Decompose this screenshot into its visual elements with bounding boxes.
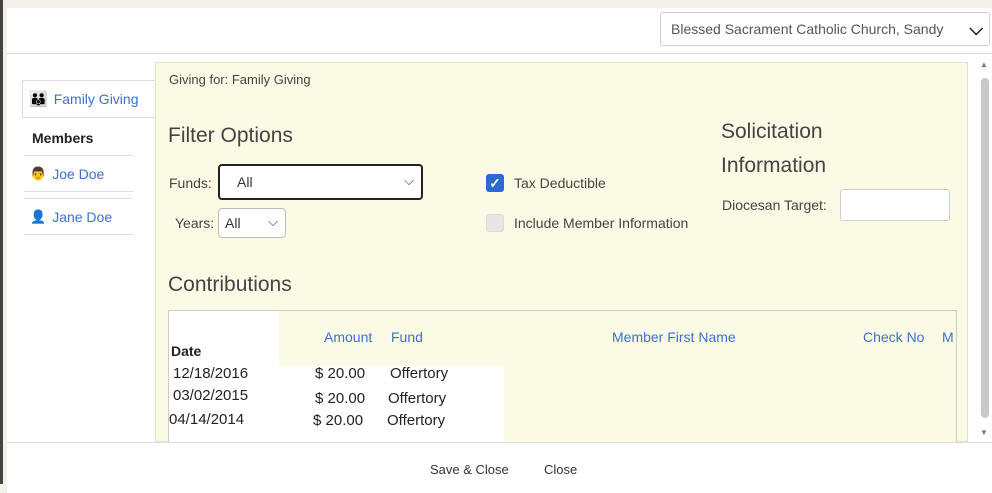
row-1-amount: $ 20.00: [315, 365, 366, 382]
diocesan-target-label: Diocesan Target:: [722, 197, 827, 213]
funds-label: Funds:: [169, 175, 212, 191]
header-separator: [7, 53, 992, 54]
church-select[interactable]: Blessed Sacrament Catholic Church, Sandy…: [660, 12, 990, 46]
contributions-heading: Contributions: [168, 273, 292, 296]
solicitation-heading-line1: Solicitation: [721, 120, 823, 143]
diocesan-target-input[interactable]: [840, 189, 950, 221]
row-3-fund: Offertory: [387, 412, 446, 429]
scrollbar-thumb[interactable]: [981, 78, 989, 418]
solicitation-heading: Solicitation Information: [721, 115, 921, 183]
column-header-check-no[interactable]: Check No: [863, 329, 924, 345]
row-2-amount: $ 20.00: [315, 390, 366, 407]
include-member-label: Include Member Information: [514, 215, 689, 231]
panel-scrollbar[interactable]: ▲ ▼: [978, 58, 992, 442]
filter-options-heading: Filter Options: [168, 124, 293, 147]
years-label: Years:: [175, 215, 215, 231]
row-3-date: 04/14/2014: [169, 411, 245, 428]
female-person-icon: 👤: [30, 208, 47, 224]
member-name: Jane Doe: [52, 208, 113, 225]
column-header-date[interactable]: Date: [171, 343, 201, 359]
funds-select[interactable]: All ⌵: [218, 164, 423, 200]
members-heading: Members: [32, 130, 94, 146]
column-header-amount[interactable]: Amount: [324, 329, 372, 345]
giving-for-label: Giving for: Family Giving: [169, 72, 311, 87]
solicitation-heading-line2: Information: [721, 154, 827, 177]
member-item-joe-doe[interactable]: 👨 Joe Doe: [24, 155, 133, 192]
giving-panel: Giving for: Family Giving Filter Options…: [155, 62, 968, 450]
include-member-checkbox[interactable]: [486, 214, 504, 232]
column-header-truncated[interactable]: M: [942, 329, 954, 345]
funds-select-value: All: [237, 174, 253, 190]
column-header-member-first-name[interactable]: Member First Name: [612, 329, 736, 345]
member-item-jane-doe[interactable]: 👤 Jane Doe: [24, 198, 133, 235]
row-2-fund: Offertory: [388, 390, 447, 407]
sidebar-tab-family-giving[interactable]: 👪 Family Giving: [22, 80, 157, 118]
dialog-footer: Save & Close Close: [7, 442, 992, 493]
close-button[interactable]: Close: [544, 462, 577, 477]
column-header-fund[interactable]: Fund: [391, 329, 423, 345]
scroll-down-icon[interactable]: ▼: [980, 428, 988, 437]
chevron-down-icon: ⌵: [404, 173, 414, 189]
contributions-table: Date Amount Fund Member First Name Check…: [168, 310, 957, 450]
years-select[interactable]: All ⌵: [218, 208, 286, 238]
sidebar-tab-label: Family Giving: [53, 91, 139, 107]
scroll-up-icon[interactable]: ▲: [980, 60, 988, 69]
family-icon: 👪: [29, 91, 48, 108]
chevron-down-icon: ⌵: [268, 214, 278, 230]
row-2-date: 03/02/2015: [173, 387, 249, 404]
save-close-button[interactable]: Save & Close: [430, 462, 509, 477]
left-edge-bar: [0, 0, 3, 484]
chevron-down-icon: ⌵: [969, 19, 983, 39]
church-select-value: Blessed Sacrament Catholic Church, Sandy: [671, 21, 944, 37]
years-select-value: All: [225, 215, 241, 231]
male-person-icon: 👨: [30, 165, 47, 181]
tax-deductible-label: Tax Deductible: [514, 175, 606, 191]
row-3-amount: $ 20.00: [313, 412, 364, 429]
row-1-fund: Offertory: [390, 365, 449, 382]
tax-deductible-checkbox[interactable]: ✓: [486, 174, 504, 192]
row-1-date: 12/18/2016: [173, 365, 249, 382]
member-name: Joe Doe: [52, 165, 105, 182]
